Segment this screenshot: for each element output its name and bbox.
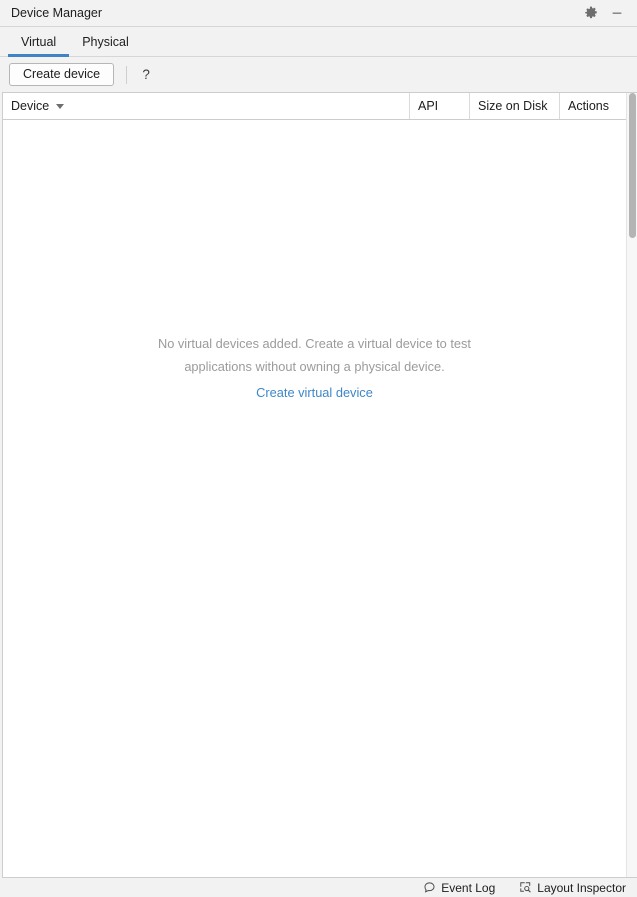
column-header-api-label: API xyxy=(418,99,439,113)
status-item-event-log[interactable]: Event Log xyxy=(423,881,495,895)
empty-state: No virtual devices added. Create a virtu… xyxy=(3,332,626,400)
tab-virtual[interactable]: Virtual xyxy=(8,27,70,57)
window-title: Device Manager xyxy=(11,5,103,20)
sort-descending-icon xyxy=(56,103,65,109)
tab-inactive-indicator xyxy=(69,54,142,57)
device-manager-window: Device Manager Virtual Physical Create d… xyxy=(0,0,637,897)
empty-state-line-1: No virtual devices added. Create a virtu… xyxy=(158,336,471,351)
tab-physical[interactable]: Physical xyxy=(69,27,142,56)
tab-physical-label: Physical xyxy=(82,34,129,49)
table-header-row: Device API Size on Disk Actions xyxy=(3,93,626,120)
status-item-event-log-label: Event Log xyxy=(441,880,496,895)
empty-state-line-2: applications without owning a physical d… xyxy=(184,359,445,374)
status-item-layout-inspector-label: Layout Inspector xyxy=(537,880,626,895)
vertical-scrollbar[interactable] xyxy=(626,93,637,877)
layout-inspector-icon xyxy=(519,881,532,894)
column-header-api[interactable]: API xyxy=(409,93,469,119)
create-device-button[interactable]: Create device xyxy=(9,63,115,86)
column-header-actions-label: Actions xyxy=(568,99,609,113)
tabstrip: Virtual Physical xyxy=(0,27,637,57)
status-item-layout-inspector[interactable]: Layout Inspector xyxy=(519,881,626,895)
vertical-scrollbar-thumb[interactable] xyxy=(629,93,636,238)
column-header-device[interactable]: Device xyxy=(3,93,409,119)
toolbar-separator xyxy=(126,65,128,84)
column-header-size-on-disk[interactable]: Size on Disk xyxy=(469,93,559,119)
table-body: No virtual devices added. Create a virtu… xyxy=(3,120,626,877)
tab-virtual-label: Virtual xyxy=(21,34,57,49)
statusbar: Event Log Layout Inspector xyxy=(0,878,637,897)
titlebar: Device Manager xyxy=(0,0,637,27)
titlebar-actions xyxy=(581,3,631,23)
gear-icon[interactable] xyxy=(581,3,601,23)
column-header-device-label: Device xyxy=(11,99,50,113)
help-icon[interactable]: ? xyxy=(138,65,154,85)
toolbar: Create device ? xyxy=(0,57,637,92)
tab-active-indicator xyxy=(8,54,70,57)
column-header-actions[interactable]: Actions xyxy=(559,93,626,119)
event-log-icon xyxy=(423,881,436,894)
create-virtual-device-link[interactable]: Create virtual device xyxy=(256,385,373,400)
column-header-size-on-disk-label: Size on Disk xyxy=(478,99,548,113)
device-table-main: Device API Size on Disk Actions No virtu… xyxy=(3,93,626,877)
minimize-icon[interactable] xyxy=(607,3,627,23)
device-table: Device API Size on Disk Actions No virtu… xyxy=(2,92,637,878)
